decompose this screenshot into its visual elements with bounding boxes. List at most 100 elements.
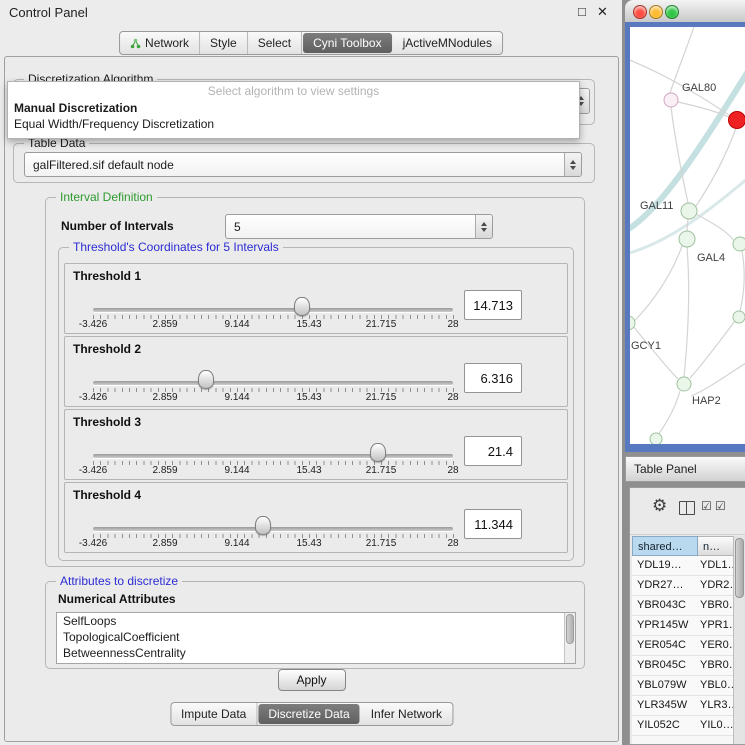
dropdown-option-equal-width[interactable]: Equal Width/Frequency Discretization xyxy=(8,116,579,132)
network-titlebar[interactable] xyxy=(625,0,745,23)
slider-thumb[interactable] xyxy=(255,516,271,535)
table-row[interactable]: YDL19…YDL1… xyxy=(632,556,734,576)
attribute-item[interactable]: BetweennessCentrality xyxy=(57,645,575,661)
scale-label: 9.144 xyxy=(224,538,249,549)
table-cell: YBR043C xyxy=(632,596,698,615)
scale-label: 9.144 xyxy=(224,465,249,476)
scale-label: 28 xyxy=(447,465,458,476)
threshold-block: Threshold 4 -3.4262.8599.14415.4321.7152… xyxy=(64,482,568,553)
table-scrollbar[interactable] xyxy=(733,536,745,744)
control-panel-titlebar: Control Panel □ ✕ xyxy=(0,0,622,26)
dropdown-placeholder: Select algorithm to view settings xyxy=(8,82,579,99)
slider-track[interactable] xyxy=(93,381,453,385)
table-row[interactable]: YBR045CYBR0… xyxy=(632,656,734,676)
network-canvas[interactable]: GAL80GAL11GAL4GCY1HAP2 xyxy=(630,27,745,444)
network-node[interactable] xyxy=(677,377,691,391)
threshold-block: Threshold 1 -3.4262.8599.14415.4321.7152… xyxy=(64,263,568,334)
slider-track[interactable] xyxy=(93,308,453,312)
scale-label: 2.859 xyxy=(152,319,177,330)
table-row[interactable]: YER054CYER0… xyxy=(632,636,734,656)
table-cell: YIL0… xyxy=(698,716,734,735)
table-row[interactable]: YPR145WYPR1… xyxy=(632,616,734,636)
attribute-item[interactable]: SelfLoops xyxy=(57,613,575,629)
table-data-combobox[interactable]: galFiltered.sif default node xyxy=(24,152,582,177)
dropdown-option-manual[interactable]: Manual Discretization xyxy=(8,100,579,116)
scale-label: 9.144 xyxy=(224,319,249,330)
scale-label: 2.859 xyxy=(152,392,177,403)
checkbox-icon[interactable]: ☑ xyxy=(715,499,726,513)
apply-button[interactable]: Apply xyxy=(278,669,346,691)
bottom-tab-bar: Impute DataDiscretize DataInfer Network xyxy=(170,702,453,726)
threshold-value[interactable]: 11.344 xyxy=(464,509,522,539)
list-scrollbar[interactable] xyxy=(564,613,575,663)
table-cell: YBL0… xyxy=(698,676,734,695)
zoom-traffic-light-icon[interactable] xyxy=(665,5,679,19)
scale-label: 21.715 xyxy=(366,465,397,476)
screen: Control Panel □ ✕ Network Style SelectCyni… xyxy=(0,0,745,745)
tab-cyni-toolbox[interactable]: Cyni Toolbox xyxy=(303,33,391,53)
column-header-shared-name[interactable]: shared… xyxy=(632,536,698,556)
network-node[interactable] xyxy=(733,311,745,323)
slider-thumb[interactable] xyxy=(294,297,310,316)
scale-label: 21.715 xyxy=(366,392,397,403)
attribute-item[interactable]: TopologicalCoefficient xyxy=(57,629,575,645)
network-node[interactable] xyxy=(650,433,662,444)
threshold-value[interactable]: 21.4 xyxy=(464,436,522,466)
table-cell: YDR27… xyxy=(632,576,698,595)
network-window: GAL80GAL11GAL4GCY1HAP2 xyxy=(625,0,745,452)
tab-select[interactable]: Select xyxy=(248,32,302,54)
table-row[interactable]: YBL079WYBL0… xyxy=(632,676,734,696)
node-label: GAL4 xyxy=(697,252,725,264)
tab-jactivemnodules[interactable]: jActiveMNodules xyxy=(393,32,502,54)
network-node[interactable] xyxy=(681,203,697,219)
num-intervals-combobox[interactable]: 5 xyxy=(225,214,493,239)
table-cell: YLR345W xyxy=(632,696,698,715)
table-row[interactable]: YLR345WYLR3… xyxy=(632,696,734,716)
network-node[interactable] xyxy=(733,237,745,251)
table-panel-header[interactable]: Table Panel xyxy=(625,456,745,482)
threshold-block: Threshold 3 -3.4262.8599.14415.4321.7152… xyxy=(64,409,568,480)
node-label: HAP2 xyxy=(692,395,721,407)
combobox-arrows-icon[interactable] xyxy=(475,215,492,238)
tab-impute-data[interactable]: Impute Data xyxy=(171,703,257,725)
list-scrollbar-thumb[interactable] xyxy=(566,614,574,644)
threshold-value[interactable]: 6.316 xyxy=(464,363,522,393)
slider-thumb[interactable] xyxy=(198,370,214,389)
attributes-list[interactable]: SelfLoopsTopologicalCoefficientBetweenne… xyxy=(56,612,576,664)
tab-discretize-data[interactable]: Discretize Data xyxy=(258,704,359,724)
node-label: GAL80 xyxy=(682,82,716,94)
scale-label: 15.43 xyxy=(296,319,321,330)
table-row[interactable]: YDR27…YDR2… xyxy=(632,576,734,596)
network-node[interactable] xyxy=(729,112,745,129)
table-row[interactable]: YBR043CYBR0… xyxy=(632,596,734,616)
table-toolbar: ⚙ ☑ ☑ xyxy=(630,488,745,535)
tab-network[interactable]: Network xyxy=(120,32,200,54)
tab-label: Style xyxy=(210,36,237,50)
combobox-arrows-icon[interactable] xyxy=(564,153,581,176)
slider-scale-labels: -3.4262.8599.14415.4321.71528 xyxy=(93,538,453,550)
scale-label: 21.715 xyxy=(366,319,397,330)
network-node[interactable] xyxy=(679,231,695,247)
table-row[interactable]: YIL052CYIL0… xyxy=(632,716,734,736)
gear-icon[interactable]: ⚙ xyxy=(652,496,667,516)
network-node[interactable] xyxy=(664,93,678,107)
columns-icon[interactable] xyxy=(679,501,695,515)
close-traffic-light-icon[interactable] xyxy=(633,5,647,19)
close-icon[interactable]: ✕ xyxy=(597,4,608,20)
attributes-group: Attributes to discretize Numerical Attri… xyxy=(45,581,585,669)
float-window-icon[interactable]: □ xyxy=(578,4,586,19)
checkbox-icon[interactable]: ☑ xyxy=(701,499,712,513)
slider-track[interactable] xyxy=(93,454,453,458)
thresholds-group-title: Threshold's Coordinates for 5 Intervals xyxy=(69,240,283,254)
slider-thumb[interactable] xyxy=(370,443,386,462)
tab-style[interactable]: Style xyxy=(200,32,248,54)
scale-label: 28 xyxy=(447,319,458,330)
threshold-value[interactable]: 14.713 xyxy=(464,290,522,320)
interval-definition-title: Interval Definition xyxy=(56,190,157,204)
tab-infer-network[interactable]: Infer Network xyxy=(361,703,452,725)
slider-track[interactable] xyxy=(93,527,453,531)
table-scrollbar-thumb[interactable] xyxy=(735,538,744,598)
table-data-group: Table Data galFiltered.sif default node xyxy=(13,143,595,183)
table-cell: YBR045C xyxy=(632,656,698,675)
minimize-traffic-light-icon[interactable] xyxy=(649,5,663,19)
